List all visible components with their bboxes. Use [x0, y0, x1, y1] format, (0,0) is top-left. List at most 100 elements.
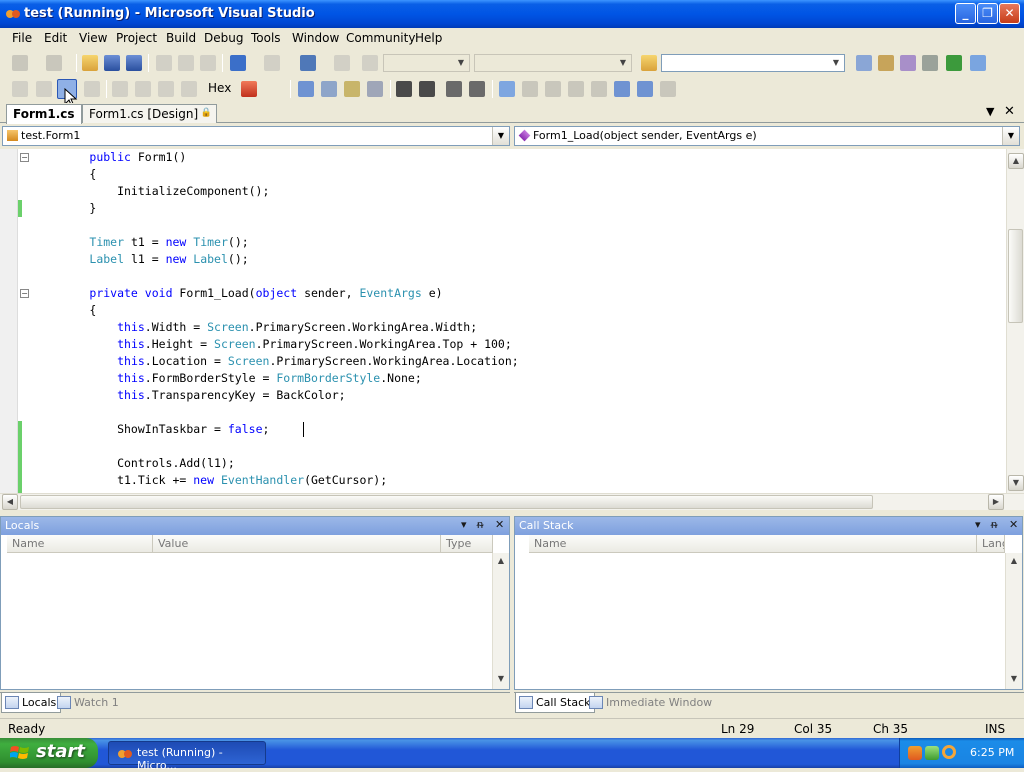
scroll-down-icon[interactable]: ▼: [493, 672, 509, 688]
paste-icon[interactable]: [200, 55, 216, 71]
window-position-dropdown-icon[interactable]: ▾: [461, 518, 467, 531]
code-line[interactable]: Controls.Add(l1);: [34, 455, 235, 472]
tray-network-icon[interactable]: [925, 746, 939, 760]
scroll-up-icon[interactable]: ▲: [1006, 554, 1022, 570]
window-position-dropdown-icon[interactable]: ▾: [975, 518, 981, 531]
editor-horizontal-scrollbar[interactable]: ◀ ▶: [0, 493, 1024, 510]
code-line[interactable]: public Form1(): [34, 149, 186, 166]
previous-bookmark-document-icon[interactable]: [614, 81, 630, 97]
clock[interactable]: 6:25 PM: [970, 746, 1014, 759]
step-over-icon[interactable]: [158, 81, 174, 97]
clear-bookmarks-icon[interactable]: [660, 81, 676, 97]
code-line[interactable]: this.TransparencyKey = BackColor;: [34, 387, 346, 404]
redo-icon[interactable]: [264, 55, 280, 71]
call-stack-title-bar[interactable]: Call Stack ▾ ᵰ ✕: [515, 517, 1022, 535]
open-file-icon[interactable]: [82, 55, 98, 71]
cut-icon[interactable]: [156, 55, 172, 71]
scroll-thumb[interactable]: [1008, 229, 1023, 323]
add-item-icon[interactable]: [46, 55, 62, 71]
menu-build[interactable]: Build: [166, 31, 196, 45]
restart-icon[interactable]: [84, 81, 100, 97]
tab-form1-design[interactable]: Form1.cs [Design] 🔒: [82, 104, 218, 123]
step-out-icon[interactable]: [181, 81, 197, 97]
navigate-backward-icon[interactable]: [300, 55, 316, 71]
breakpoints-window-icon[interactable]: [241, 81, 257, 97]
next-bookmark-folder-icon[interactable]: [591, 81, 607, 97]
maximize-button[interactable]: ❐: [977, 3, 998, 24]
member-combo[interactable]: Form1_Load(object sender, EventArgs e) ▼: [514, 126, 1020, 146]
code-line[interactable]: this.Location = Screen.PrimaryScreen.Wor…: [34, 353, 519, 370]
column-header-name[interactable]: Name: [7, 535, 153, 553]
solution-explorer-icon[interactable]: [856, 55, 872, 71]
collapse-region-icon[interactable]: −: [20, 289, 29, 298]
editor-vertical-scrollbar[interactable]: ▲ ▼: [1006, 149, 1024, 493]
previous-bookmark-icon[interactable]: [522, 81, 538, 97]
start-debugging-icon[interactable]: [362, 55, 378, 71]
menu-debug[interactable]: Debug: [204, 31, 243, 45]
scroll-up-icon[interactable]: ▲: [1008, 153, 1024, 169]
menu-edit[interactable]: Edit: [44, 31, 67, 45]
collapse-region-icon[interactable]: −: [20, 153, 29, 162]
decrease-indent-icon[interactable]: [396, 81, 412, 97]
auto-hide-pin-icon[interactable]: ᵰ: [477, 518, 483, 531]
hex-display-button[interactable]: Hex: [208, 81, 231, 95]
quick-info-icon[interactable]: [344, 81, 360, 97]
menu-project[interactable]: Project: [116, 31, 157, 45]
save-icon[interactable]: [104, 55, 120, 71]
code-line[interactable]: Timer t1 = new Timer();: [34, 234, 248, 251]
display-parameter-info-icon[interactable]: [321, 81, 337, 97]
code-line[interactable]: t1.Tick += new EventHandler(GetCursor);: [34, 472, 387, 489]
menu-help[interactable]: Help: [415, 31, 442, 45]
next-bookmark-icon[interactable]: [545, 81, 561, 97]
scroll-right-icon[interactable]: ▶: [988, 494, 1004, 510]
comment-lines-icon[interactable]: [446, 81, 462, 97]
toolbar-options-icon[interactable]: [970, 55, 986, 71]
solution-platform-combo[interactable]: ▼: [474, 54, 632, 72]
previous-bookmark-folder-icon[interactable]: [568, 81, 584, 97]
scroll-down-icon[interactable]: ▼: [1008, 475, 1024, 491]
tab-watch-1[interactable]: Watch 1: [54, 693, 123, 713]
code-line[interactable]: this.Height = Screen.PrimaryScreen.Worki…: [34, 336, 512, 353]
code-line[interactable]: private void Form1_Load(object sender, E…: [34, 285, 442, 302]
code-line[interactable]: {: [34, 302, 96, 319]
uncomment-lines-icon[interactable]: [469, 81, 485, 97]
code-line[interactable]: ShowInTaskbar = false;: [34, 421, 269, 438]
display-object-members-icon[interactable]: [298, 81, 314, 97]
start-button[interactable]: start: [0, 738, 98, 768]
code-line[interactable]: {: [34, 166, 96, 183]
find-combo[interactable]: ▼: [661, 54, 845, 72]
chevron-down-icon[interactable]: ▼: [492, 127, 509, 145]
properties-icon[interactable]: [878, 55, 894, 71]
save-all-icon[interactable]: [126, 55, 142, 71]
increase-indent-icon[interactable]: [419, 81, 435, 97]
scroll-thumb[interactable]: [20, 495, 873, 509]
tray-app-icon[interactable]: [908, 746, 922, 760]
object-browser-icon[interactable]: [900, 55, 916, 71]
code-line[interactable]: InitializeComponent();: [34, 183, 269, 200]
solution-configuration-combo[interactable]: ▼: [383, 54, 470, 72]
chevron-down-icon[interactable]: ▼: [1002, 127, 1019, 145]
column-header-type[interactable]: Type: [441, 535, 493, 553]
code-line[interactable]: }: [34, 200, 96, 217]
scroll-up-icon[interactable]: ▲: [493, 554, 509, 570]
active-files-dropdown-icon[interactable]: ▼: [986, 105, 994, 118]
continue-icon[interactable]: [12, 81, 28, 97]
tab-locals[interactable]: Locals: [1, 693, 62, 713]
show-next-statement-icon[interactable]: [112, 81, 128, 97]
locals-title-bar[interactable]: Locals ▾ ᵰ ✕: [1, 517, 509, 535]
tray-search-icon[interactable]: [942, 745, 956, 759]
locals-scrollbar[interactable]: ▲ ▼: [492, 553, 509, 689]
find-in-files-icon[interactable]: [641, 55, 657, 71]
close-button[interactable]: ✕: [999, 3, 1020, 24]
copy-icon[interactable]: [178, 55, 194, 71]
editor-gutter[interactable]: [0, 149, 18, 493]
tab-call-stack[interactable]: Call Stack: [515, 693, 596, 713]
tab-form1-cs[interactable]: Form1.cs: [6, 104, 82, 124]
undo-icon[interactable]: [230, 55, 246, 71]
class-combo[interactable]: test.Form1 ▼: [2, 126, 510, 146]
column-header-language[interactable]: Langu: [977, 535, 1005, 553]
menu-community[interactable]: Community: [346, 31, 415, 45]
start-page-icon[interactable]: [946, 55, 962, 71]
code-line[interactable]: this.Width = Screen.PrimaryScreen.Workin…: [34, 319, 477, 336]
complete-word-icon[interactable]: [367, 81, 383, 97]
